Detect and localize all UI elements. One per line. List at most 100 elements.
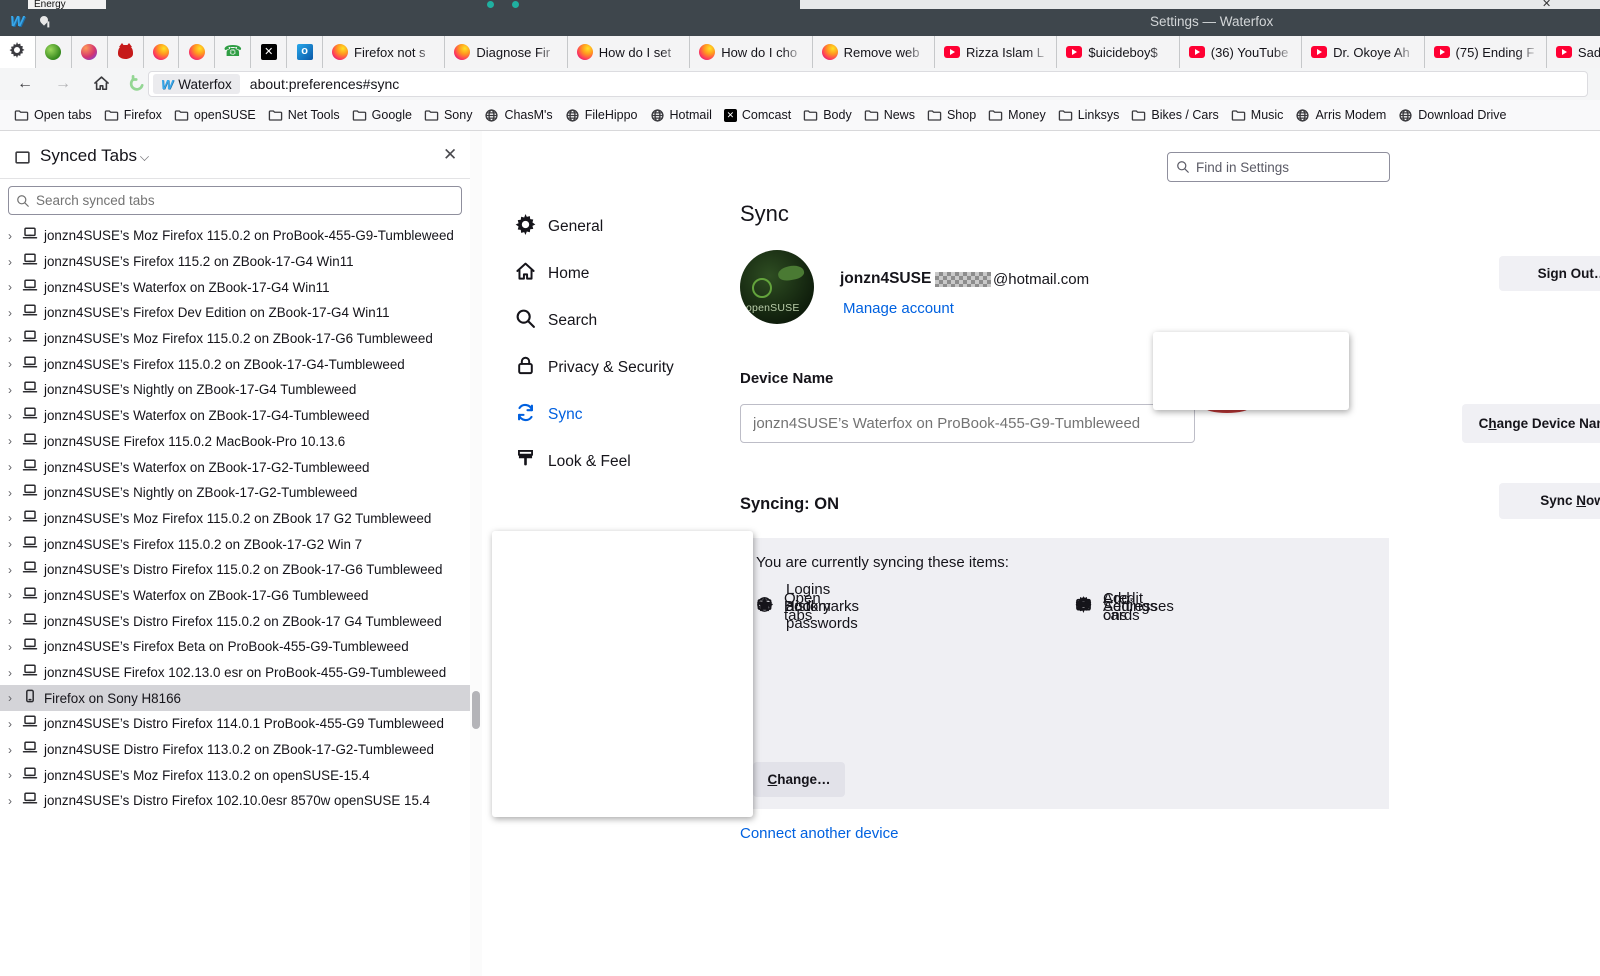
- expand-chevron-icon[interactable]: ›: [8, 332, 16, 346]
- device-name-input[interactable]: [740, 404, 1195, 443]
- synced-device-row[interactable]: › jonzn4SUSE’s Waterfox on ZBook-17-G2-T…: [0, 454, 470, 480]
- synced-device-row[interactable]: › jonzn4SUSE’s Distro Firefox 114.0.1 Pr…: [0, 711, 470, 737]
- bookmark-item[interactable]: ✕ Arris Modem: [1289, 105, 1392, 126]
- synced-device-row[interactable]: › jonzn4SUSE Firefox 115.0.2 MacBook-Pro…: [0, 429, 470, 455]
- synced-device-row[interactable]: › jonzn4SUSE’s Firefox 115.0.2 on ZBook-…: [0, 351, 470, 377]
- browser-tab[interactable]: $uicideboy$: [1057, 36, 1179, 68]
- account-avatar[interactable]: openSUSE: [740, 250, 814, 324]
- expand-chevron-icon[interactable]: ›: [8, 383, 16, 397]
- pinned-tab[interactable]: ☎ ✕ o: [36, 36, 72, 68]
- connect-another-device-link[interactable]: Connect another device: [740, 825, 898, 842]
- synced-device-row[interactable]: › jonzn4SUSE’s Moz Firefox 113.0.2 on op…: [0, 762, 470, 788]
- synced-device-row[interactable]: › jonzn4SUSE’s Distro Firefox 115.0.2 on…: [0, 557, 470, 583]
- bookmark-item[interactable]: ✕ Download Drive: [1392, 105, 1512, 126]
- expand-chevron-icon[interactable]: ›: [8, 640, 16, 654]
- bookmark-item[interactable]: ✕ FileHippo: [559, 105, 644, 126]
- synced-device-row[interactable]: › jonzn4SUSE’s Moz Firefox 115.0.2 on ZB…: [0, 506, 470, 532]
- browser-tab[interactable]: Sade - Your L: [1547, 36, 1600, 68]
- settings-nav-item[interactable]: Sync: [515, 391, 739, 438]
- pinned-tab[interactable]: ☎ ✕ o: [72, 36, 108, 68]
- settings-nav-item[interactable]: Privacy & Security: [515, 344, 739, 391]
- back-button[interactable]: ←: [12, 71, 38, 97]
- expand-chevron-icon[interactable]: ›: [8, 229, 16, 243]
- browser-tab[interactable]: Remove web: [813, 36, 935, 68]
- expand-chevron-icon[interactable]: ›: [8, 691, 16, 705]
- bookmark-item[interactable]: ✕ Music: [1225, 105, 1290, 126]
- synced-device-row[interactable]: › jonzn4SUSE’s Nightly on ZBook-17-G4 Tu…: [0, 377, 470, 403]
- settings-nav-item[interactable]: Look & Feel: [515, 438, 739, 485]
- pinned-tab[interactable]: ☎ ✕ o: [251, 36, 287, 68]
- sidebar-close-button[interactable]: ✕: [443, 145, 457, 165]
- synced-device-row[interactable]: › jonzn4SUSE’s Firefox Beta on ProBook-4…: [0, 634, 470, 660]
- bookmark-item[interactable]: ✕ Sony: [418, 105, 479, 126]
- bookmark-item[interactable]: ✕ Shop: [921, 105, 982, 126]
- site-identity-chip[interactable]: W Waterfox: [153, 74, 240, 94]
- browser-tab[interactable]: (36) YouTube: [1180, 36, 1302, 68]
- bookmark-item[interactable]: ✕ openSUSE: [168, 105, 262, 126]
- expand-chevron-icon[interactable]: ›: [8, 409, 16, 423]
- synced-device-row[interactable]: › jonzn4SUSE’s Moz Firefox 115.0.2 on ZB…: [0, 326, 470, 352]
- pinned-tab[interactable]: ☎ ✕ o: [0, 36, 36, 68]
- synced-device-row[interactable]: › jonzn4SUSE’s Firefox 115.2 on ZBook-17…: [0, 249, 470, 275]
- synced-device-row[interactable]: › jonzn4SUSE’s Waterfox on ZBook-17-G4-T…: [0, 403, 470, 429]
- expand-chevron-icon[interactable]: ›: [8, 306, 16, 320]
- bookmark-item[interactable]: ✕ Google: [346, 105, 418, 126]
- expand-chevron-icon[interactable]: ›: [8, 357, 16, 371]
- pinned-tab[interactable]: ☎ ✕ o: [287, 36, 323, 68]
- browser-tab[interactable]: Firefox not s: [323, 36, 445, 68]
- manage-account-link[interactable]: Manage account: [843, 300, 954, 317]
- change-sync-items-button[interactable]: Change…: [753, 762, 845, 797]
- synced-device-row[interactable]: › jonzn4SUSE’s Firefox Dev Edition on ZB…: [0, 300, 470, 326]
- bookmark-item[interactable]: ✕ Body: [797, 105, 858, 126]
- expand-chevron-icon[interactable]: ›: [8, 563, 16, 577]
- synced-device-row[interactable]: › Firefox on Sony H8166: [0, 685, 470, 711]
- expand-chevron-icon[interactable]: ›: [8, 280, 16, 294]
- pinned-tab[interactable]: ☎ ✕ o: [108, 36, 144, 68]
- synced-device-row[interactable]: › jonzn4SUSE’s Moz Firefox 115.0.2 on Pr…: [0, 223, 470, 249]
- expand-chevron-icon[interactable]: ›: [8, 768, 16, 782]
- bookmark-item[interactable]: ✕ Money: [982, 105, 1052, 126]
- window-titlebar[interactable]: W Settings — Waterfox: [0, 9, 1600, 36]
- pinned-tab[interactable]: ☎ ✕ o: [215, 36, 251, 68]
- settings-nav-item[interactable]: General: [515, 203, 739, 250]
- bookmark-item[interactable]: ✕ Open tabs: [8, 105, 98, 126]
- pinned-tab[interactable]: ☎ ✕ o: [179, 36, 215, 68]
- chevron-down-icon[interactable]: [140, 152, 149, 161]
- synced-device-row[interactable]: › jonzn4SUSE’s Nightly on ZBook-17-G2-Tu…: [0, 480, 470, 506]
- expand-chevron-icon[interactable]: ›: [8, 717, 16, 731]
- expand-chevron-icon[interactable]: ›: [8, 743, 16, 757]
- expand-chevron-icon[interactable]: ›: [8, 511, 16, 525]
- forward-button[interactable]: →: [50, 71, 76, 97]
- expand-chevron-icon[interactable]: ›: [8, 537, 16, 551]
- expand-chevron-icon[interactable]: ›: [8, 434, 16, 448]
- sidebar-search-input[interactable]: Search synced tabs: [8, 186, 462, 215]
- browser-tab[interactable]: How do I set: [568, 36, 690, 68]
- pinned-tab[interactable]: ☎ ✕ o: [144, 36, 180, 68]
- bookmark-item[interactable]: ✕ Firefox: [98, 105, 168, 126]
- synced-device-row[interactable]: › jonzn4SUSE’s Distro Firefox 102.10.0es…: [0, 788, 470, 814]
- expand-chevron-icon[interactable]: ›: [8, 255, 16, 269]
- settings-nav-item[interactable]: Home: [515, 250, 739, 297]
- settings-nav-item[interactable]: Search: [515, 297, 739, 344]
- browser-tab[interactable]: Dr. Okoye Ah: [1302, 36, 1424, 68]
- url-bar[interactable]: W Waterfox about:preferences#sync: [148, 71, 1588, 97]
- browser-tab[interactable]: Diagnose Fir: [445, 36, 567, 68]
- synced-device-row[interactable]: › jonzn4SUSE’s Firefox 115.0.2 on ZBook-…: [0, 531, 470, 557]
- reload-button[interactable]: [124, 71, 150, 97]
- synced-device-row[interactable]: › jonzn4SUSE Firefox 102.13.0 esr on Pro…: [0, 660, 470, 686]
- expand-chevron-icon[interactable]: ›: [8, 460, 16, 474]
- sync-now-button[interactable]: Sync Now: [1499, 483, 1600, 519]
- expand-chevron-icon[interactable]: ›: [8, 666, 16, 680]
- browser-tab[interactable]: Rizza Islam L: [935, 36, 1057, 68]
- expand-chevron-icon[interactable]: ›: [8, 794, 16, 808]
- synced-device-row[interactable]: › jonzn4SUSE Distro Firefox 113.0.2 on Z…: [0, 737, 470, 763]
- bookmark-item[interactable]: ✕ Bikes / Cars: [1125, 105, 1224, 126]
- expand-chevron-icon[interactable]: ›: [8, 588, 16, 602]
- synced-device-row[interactable]: › jonzn4SUSE’s Waterfox on ZBook-17-G6 T…: [0, 583, 470, 609]
- sign-out-button[interactable]: Sign Out…: [1499, 256, 1600, 291]
- expand-chevron-icon[interactable]: ›: [8, 486, 16, 500]
- bookmark-item[interactable]: ✕ Hotmail: [644, 105, 718, 126]
- bookmark-item[interactable]: ✕ Linksys: [1052, 105, 1126, 126]
- bookmark-item[interactable]: ✕ Comcast: [718, 105, 797, 125]
- home-button[interactable]: [88, 71, 114, 97]
